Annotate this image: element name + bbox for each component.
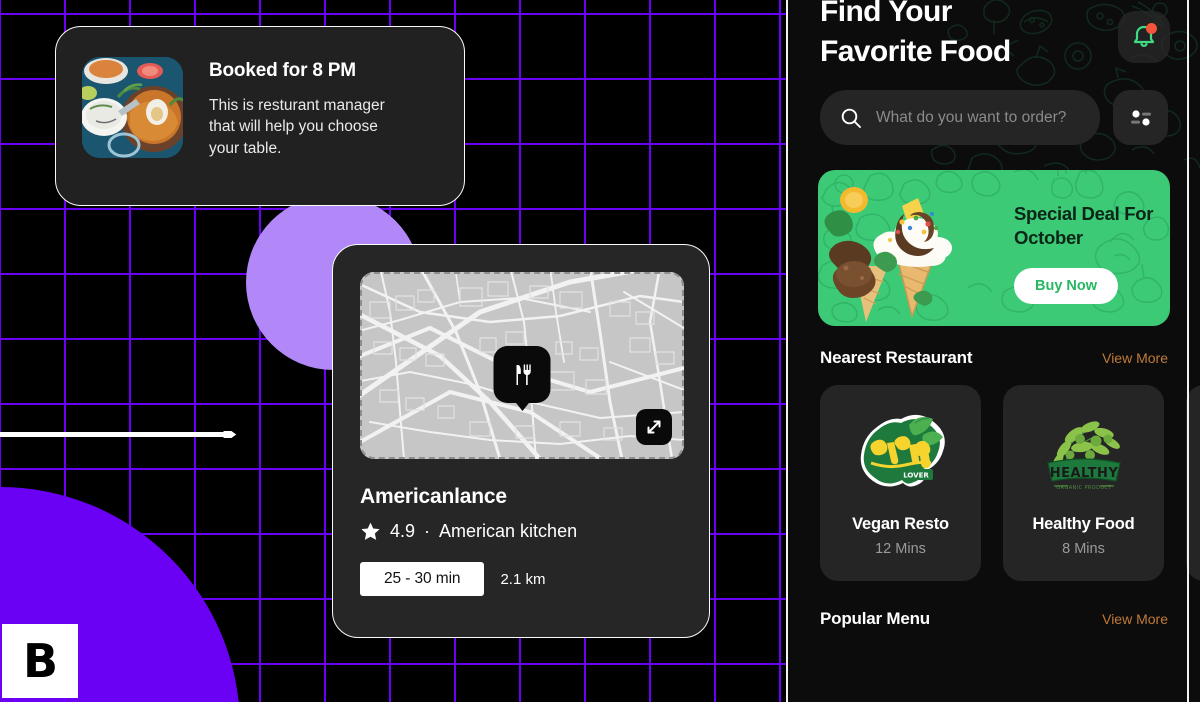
restaurant-distance: 2.1 km — [500, 570, 546, 588]
delivery-time-badge: 25 - 30 min — [360, 562, 485, 596]
restaurant-cuisine: American kitchen — [439, 521, 578, 541]
food-app-screen: Find Your Favorite Food What do you want… — [788, 0, 1200, 702]
search-placeholder: What do you want to order? — [876, 108, 1067, 126]
nearest-restaurant-section-header: Nearest Restaurant View More — [788, 348, 1200, 368]
food-photo-thumbnail — [82, 57, 183, 158]
page-title: Find Your Favorite Food — [820, 0, 1011, 68]
svg-text:LOVER: LOVER — [903, 472, 929, 480]
restaurant-tile-time: 12 Mins — [875, 541, 926, 558]
notifications-button[interactable] — [1118, 11, 1170, 63]
restaurant-tile-time: 8 Mins — [1062, 541, 1105, 558]
filter-sliders-icon — [1130, 110, 1151, 126]
view-more-nearest-link[interactable]: View More — [1102, 350, 1168, 366]
restaurant-tile-vegan[interactable]: LOVER Vegan Resto 12 Mins — [820, 385, 981, 582]
restaurant-tile-name: Healthy Food — [1032, 515, 1135, 534]
filter-button[interactable] — [1113, 90, 1168, 146]
buy-now-button[interactable]: Buy Now — [1014, 268, 1119, 305]
booked-card-title: Booked for 8 PM — [209, 60, 356, 81]
svg-text:HEALTHY: HEALTHY — [1049, 466, 1118, 481]
ice-cream-art — [824, 187, 952, 323]
restaurant-name: Americanlance — [360, 485, 507, 508]
nearest-restaurant-list: LOVER Vegan Resto 12 Mins HEALTHY ORGANI… — [788, 385, 1200, 582]
booked-card-description: This is resturant manager that will help… — [209, 97, 385, 157]
cutlery-icon — [493, 346, 551, 403]
showcase-panel: B Booked for 8 PM This is resturant mana… — [0, 0, 787, 702]
app-screenshot: { "showcase": { "logo_letter": "B", "boo… — [0, 0, 1200, 702]
promo-text: Special Deal For October Buy Now — [1014, 202, 1156, 305]
svg-text:ORGANIC PRODUCT: ORGANIC PRODUCT — [1056, 485, 1112, 491]
brand-logo-badge: B — [2, 624, 78, 698]
restaurant-rating: 4.9 — [390, 521, 416, 541]
right-arrow-decoration — [0, 431, 237, 438]
vegan-lover-logo: LOVER — [860, 415, 945, 487]
panel-divider — [786, 0, 788, 702]
map-preview[interactable] — [360, 272, 684, 459]
promo-banner[interactable]: Special Deal For October Buy Now — [818, 170, 1170, 327]
expand-arrows-icon[interactable] — [636, 409, 672, 445]
notification-badge-dot — [1146, 23, 1157, 34]
view-more-popular-link[interactable]: View More — [1102, 611, 1168, 627]
booked-notification-card[interactable]: Booked for 8 PM This is resturant manage… — [55, 26, 465, 206]
meta-separator: · — [424, 521, 431, 541]
restaurant-footer: 25 - 30 min 2.1 km — [360, 562, 682, 596]
phone-frame-edge — [1187, 0, 1189, 702]
section-title-nearest: Nearest Restaurant — [820, 348, 973, 368]
section-title-popular: Popular Menu — [820, 609, 930, 629]
search-row: What do you want to order? — [788, 90, 1200, 146]
restaurant-tile-healthy[interactable]: HEALTHY ORGANIC PRODUCT Healthy Food 8 M… — [1003, 385, 1164, 582]
search-input[interactable]: What do you want to order? — [820, 90, 1100, 146]
search-icon — [841, 108, 861, 128]
restaurant-meta: 4.9 · American kitchen — [360, 521, 682, 542]
restaurant-detail-card[interactable]: Americanlance 4.9 · American kitchen 25 … — [332, 244, 710, 638]
star-icon — [360, 521, 381, 542]
booked-card-text: Booked for 8 PM This is resturant manage… — [209, 57, 404, 159]
brand-logo-letter: B — [22, 634, 58, 688]
popular-menu-section-header: Popular Menu View More — [788, 609, 1200, 629]
restaurant-tile-name: Vegan Resto — [852, 515, 949, 534]
promo-title: Special Deal For October — [1014, 203, 1154, 249]
healthy-organic-logo: HEALTHY ORGANIC PRODUCT — [1046, 421, 1121, 491]
